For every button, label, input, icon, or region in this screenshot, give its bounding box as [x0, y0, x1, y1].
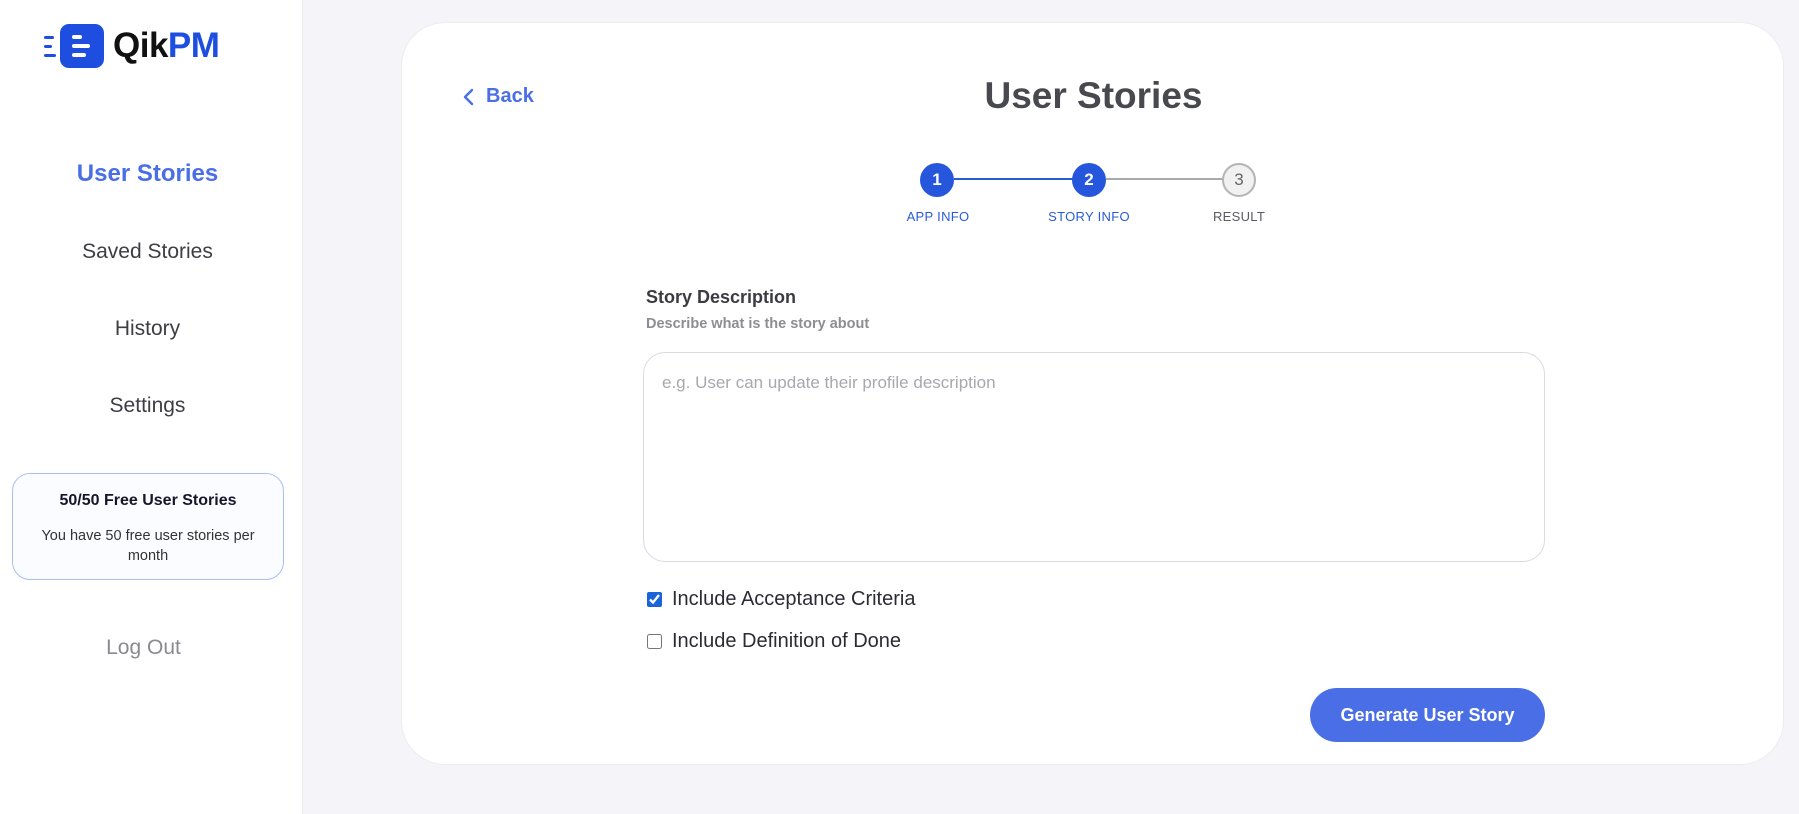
progress-stepper: 1 2 3 APP INFO STORY INFO RESULT: [402, 23, 1785, 243]
step-2-label: STORY INFO: [1048, 209, 1130, 224]
sidebar-item-settings[interactable]: Settings: [0, 394, 295, 418]
plan-card-title: 50/50 Free User Stories: [59, 492, 237, 509]
plan-card-text: You have 50 free user stories per month: [41, 528, 255, 564]
logo-wordmark: QikPM: [113, 26, 220, 66]
logo-wordmark-part2: PM: [167, 26, 220, 65]
sidebar-item-history[interactable]: History: [0, 317, 295, 341]
step-1-label: APP INFO: [906, 209, 970, 224]
logo-speed-lines-icon: [44, 35, 56, 57]
definition-of-done-checkbox[interactable]: [647, 634, 662, 649]
step-3-circle: 3: [1222, 163, 1256, 197]
step-1-circle[interactable]: 1: [920, 163, 954, 197]
generate-user-story-button[interactable]: Generate User Story: [1310, 688, 1545, 742]
sidebar-item-user-stories[interactable]: User Stories: [0, 160, 295, 188]
stepper-connector-2: [1106, 178, 1228, 180]
acceptance-criteria-label: Include Acceptance Criteria: [672, 588, 916, 610]
stepper-connector-1: [954, 178, 1076, 180]
sidebar-item-saved-stories[interactable]: Saved Stories: [0, 240, 295, 264]
definition-of-done-label: Include Definition of Done: [672, 630, 902, 652]
app-logo[interactable]: QikPM: [44, 24, 220, 68]
step-2-circle[interactable]: 2: [1072, 163, 1106, 197]
acceptance-criteria-checkbox[interactable]: [647, 592, 662, 607]
acceptance-criteria-option[interactable]: Include Acceptance Criteria: [647, 588, 915, 611]
logout-button[interactable]: Log Out: [0, 636, 287, 660]
story-description-input[interactable]: [643, 352, 1545, 562]
free-plan-card: 50/50 Free User Stories You have 50 free…: [12, 473, 284, 580]
story-description-label: Story Description: [646, 287, 797, 307]
main-card: Back User Stories 1 2 3 APP INFO STORY I…: [401, 22, 1784, 765]
step-3-label: RESULT: [1212, 209, 1266, 224]
logo-wordmark-part1: Qik: [113, 26, 168, 65]
logo-document-icon: [60, 24, 104, 68]
sidebar: QikPM User Stories Saved Stories History…: [0, 0, 303, 814]
story-description-help: Describe what is the story about: [646, 316, 870, 332]
definition-of-done-option[interactable]: Include Definition of Done: [647, 630, 901, 653]
